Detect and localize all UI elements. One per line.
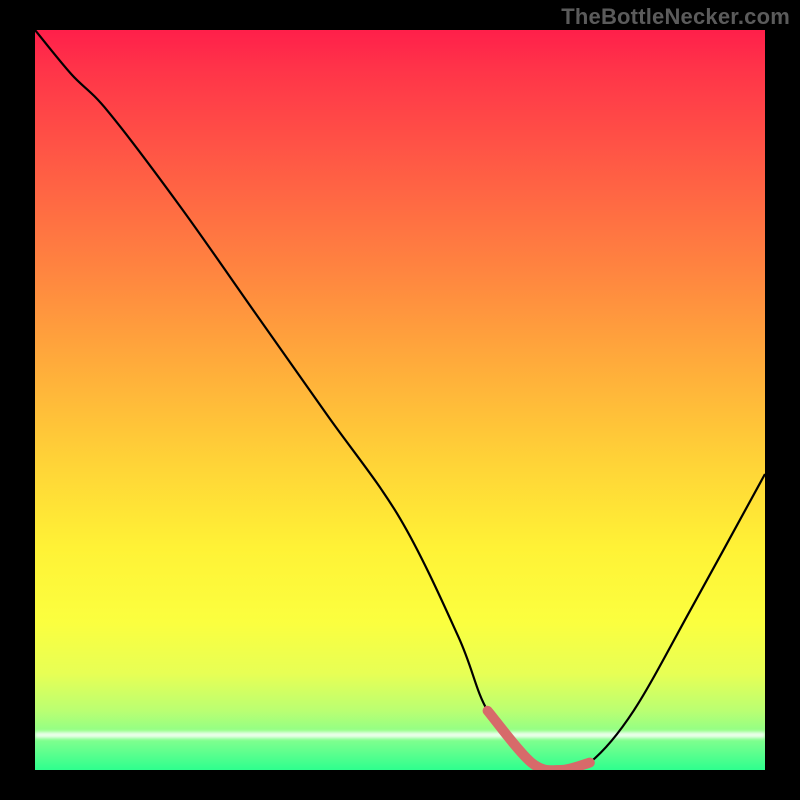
optimal-range-highlight [488, 711, 590, 770]
watermark-text: TheBottleNecker.com [561, 4, 790, 30]
bottleneck-curve [35, 30, 765, 770]
curve-layer [35, 30, 765, 770]
chart-frame: TheBottleNecker.com [0, 0, 800, 800]
plot-area [35, 30, 765, 770]
